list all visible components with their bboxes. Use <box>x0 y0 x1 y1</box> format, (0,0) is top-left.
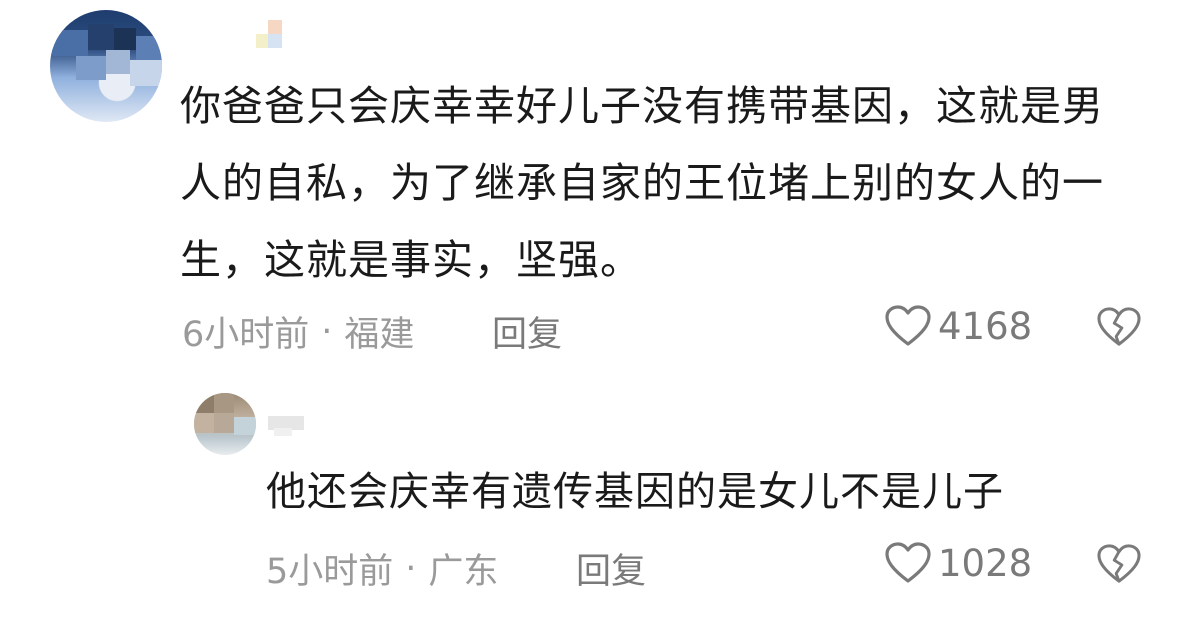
replier-name-blurred[interactable] <box>268 412 308 438</box>
comment-time: 6小时前 <box>182 315 310 355</box>
reply-text: 他还会庆幸有遗传基因的是女儿不是儿子 <box>266 469 1004 515</box>
replier-avatar[interactable] <box>194 393 256 455</box>
dislike-button[interactable] <box>1096 306 1142 352</box>
heart-outline-icon <box>884 304 932 348</box>
broken-heart-icon <box>1096 307 1142 352</box>
reply-button[interactable]: 回复 <box>492 306 562 357</box>
reply-like-button[interactable]: 1028 <box>884 541 1032 585</box>
comment-text: 你爸爸只会庆幸幸好儿子没有携带基因，这就是男人的自私，为了继承自家的王位堵上别的… <box>180 82 1104 284</box>
comment-meta: 6小时前 · 福建 <box>182 306 414 357</box>
like-button[interactable]: 4168 <box>884 304 1032 348</box>
comment-location: 福建 <box>344 315 415 355</box>
meta-separator: · <box>405 548 417 589</box>
meta-separator: · <box>321 311 333 352</box>
reply-time: 5小时前 <box>266 552 394 592</box>
like-count: 1028 <box>938 541 1033 585</box>
heart-outline-icon <box>884 541 932 585</box>
commenter-avatar[interactable] <box>50 10 162 122</box>
reply-location: 广东 <box>428 552 499 592</box>
commenter-name-blurred[interactable] <box>250 20 290 54</box>
reply-meta: 5小时前 · 广东 <box>266 543 498 594</box>
reply-dislike-button[interactable] <box>1096 543 1142 589</box>
comment-thread: 你爸爸只会庆幸幸好儿子没有携带基因，这就是男人的自私，为了继承自家的王位堵上别的… <box>0 0 1200 633</box>
broken-heart-icon <box>1096 544 1142 589</box>
like-count: 4168 <box>938 304 1033 348</box>
reply-to-reply-button[interactable]: 回复 <box>576 543 646 594</box>
